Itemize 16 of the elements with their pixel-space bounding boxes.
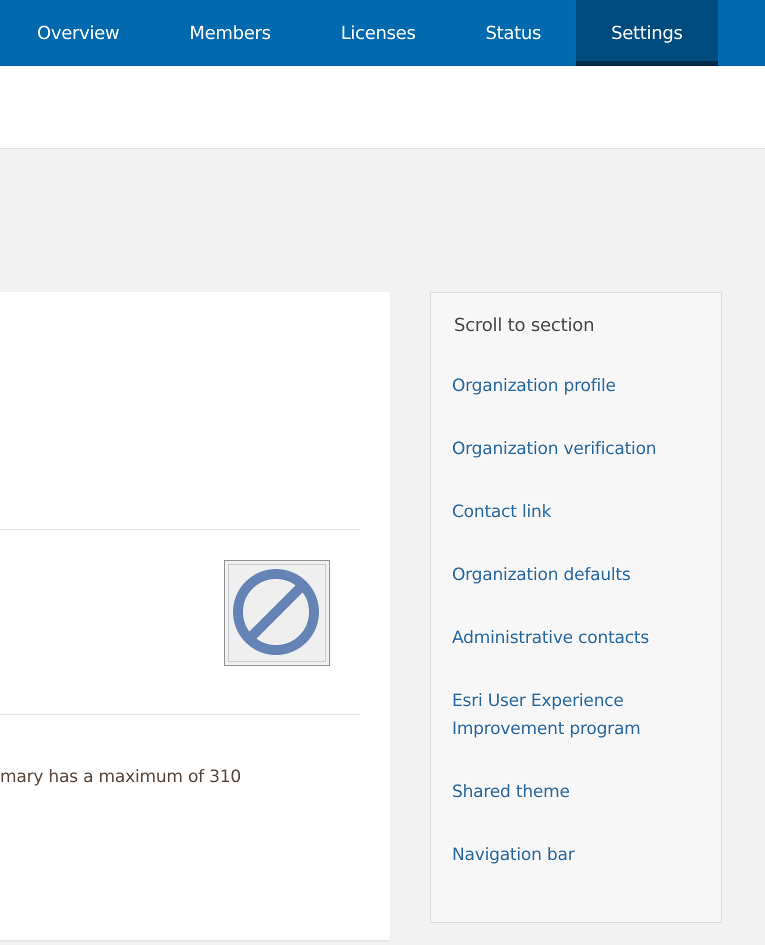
- section-link[interactable]: Esri User Experience Improvement program: [452, 687, 672, 743]
- section-link[interactable]: Administrative contacts: [452, 624, 672, 652]
- section-link[interactable]: Shared theme: [452, 778, 672, 806]
- section-link[interactable]: Contact link: [452, 498, 672, 526]
- nav-tab[interactable]: Status: [450, 0, 576, 66]
- nav-tab[interactable]: Overview: [2, 0, 154, 66]
- nav-tab[interactable]: Members: [154, 0, 306, 66]
- nav-tab[interactable]: Licenses: [306, 0, 451, 66]
- section-link[interactable]: Navigation bar: [452, 841, 672, 869]
- section-link[interactable]: Organization profile: [452, 372, 672, 400]
- section-link[interactable]: Organization defaults: [452, 561, 672, 589]
- panel-title: Scroll to section: [454, 315, 596, 336]
- prohibition-icon: [224, 560, 330, 666]
- section-link[interactable]: Organization verification: [452, 435, 672, 463]
- nav-tab[interactable]: Settings: [576, 0, 718, 66]
- description-text: mary has a maximum of 310: [0, 767, 242, 787]
